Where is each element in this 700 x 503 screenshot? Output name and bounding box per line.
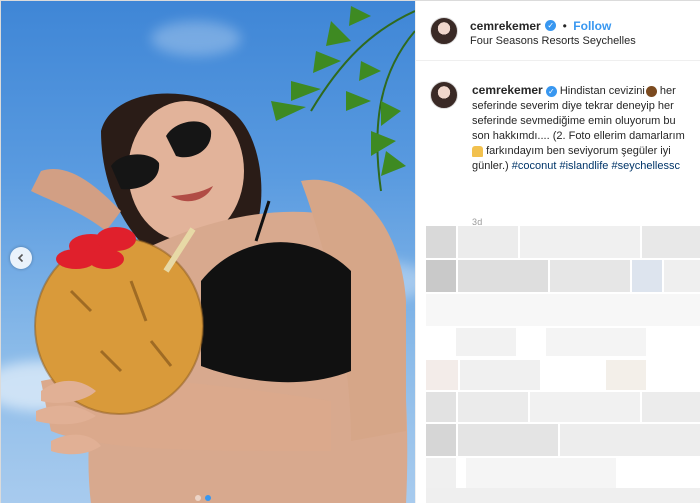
previous-slide-button[interactable] [10,247,32,269]
coconut-emoji-icon [645,85,657,97]
chevron-left-icon [17,253,24,263]
location-link[interactable]: Four Seasons Resorts Seychelles [470,35,636,47]
person-figure [31,93,408,503]
hashtag-link[interactable]: #seychellessc [611,160,679,172]
caption-text-part: Hindistan cevizini [559,85,645,97]
avatar[interactable] [430,17,458,45]
avatar[interactable] [430,81,458,109]
carousel-dot-active [205,495,211,501]
post-dialog: cemrekemer ✓ • Follow Four Seasons Resor… [0,0,700,503]
blurred-comments [426,226,700,503]
carousel-dot [195,495,201,501]
caption-username-link[interactable]: cemrekemer [472,83,543,97]
post-sidebar: cemrekemer ✓ • Follow Four Seasons Resor… [415,1,700,503]
post-photo[interactable] [1,1,415,503]
follow-button[interactable]: Follow [573,19,611,33]
username-link[interactable]: cemrekemer [470,19,541,33]
caption-text: cemrekemer ✓ Hindistan cevizini her sefe… [472,83,688,174]
person-emoji-icon [472,145,483,157]
hashtag-link[interactable]: #islandlife [559,160,608,172]
verified-badge-icon: ✓ [545,85,557,97]
hashtag-link[interactable]: #coconut [512,160,557,172]
separator: • [562,19,567,33]
carousel-indicator [195,495,211,501]
verified-badge-icon: ✓ [545,20,557,32]
post-header: cemrekemer ✓ • Follow Four Seasons Resor… [416,1,700,61]
